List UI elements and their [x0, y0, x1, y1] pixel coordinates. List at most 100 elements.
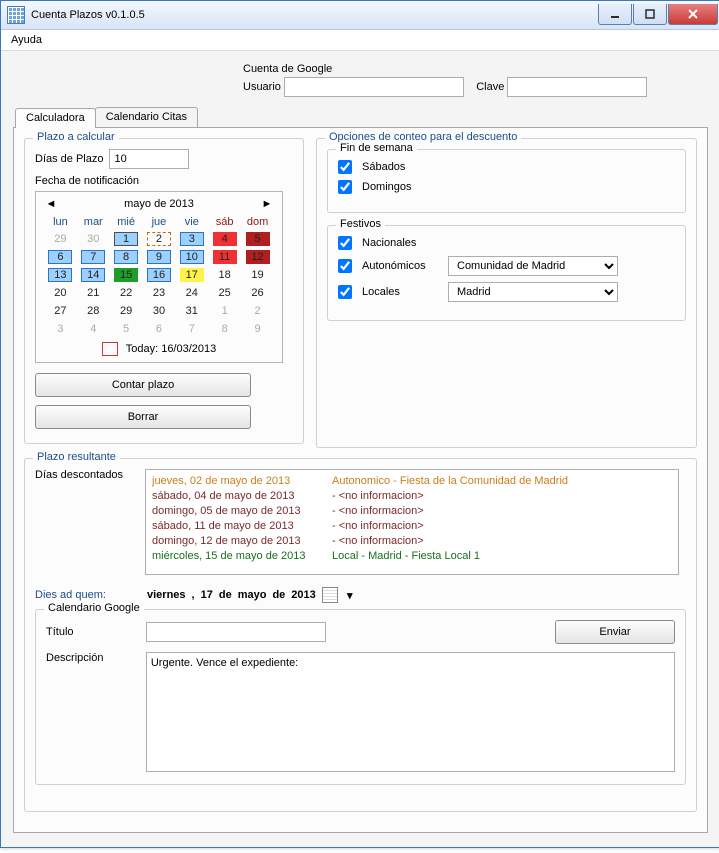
cal-day[interactable]: 25 [213, 286, 237, 300]
discount-line: domingo, 05 de mayo de 2013- <no informa… [152, 504, 672, 519]
cal-day[interactable]: 28 [81, 304, 105, 318]
cal-day[interactable]: 11 [213, 250, 237, 264]
cal-day[interactable]: 27 [48, 304, 72, 318]
cal-day[interactable]: 29 [114, 304, 138, 318]
gcal-title-label: Título [46, 626, 136, 638]
festivos-legend: Festivos [336, 218, 385, 230]
cal-day[interactable]: 8 [114, 250, 138, 264]
fecha-notif-label: Fecha de notificación [35, 175, 293, 187]
cal-day[interactable]: 5 [246, 232, 270, 246]
tab-citas[interactable]: Calendario Citas [95, 107, 198, 127]
cal-day[interactable]: 1 [114, 232, 138, 246]
sel-locales[interactable]: Madrid [448, 282, 618, 302]
cal-dow: jue [143, 214, 176, 230]
maximize-button[interactable] [633, 4, 667, 25]
cal-day[interactable]: 16 [147, 268, 171, 282]
dias-plazo-input[interactable] [109, 149, 189, 169]
cal-dow: vie [175, 214, 208, 230]
cal-day[interactable]: 31 [180, 304, 204, 318]
discount-line: domingo, 12 de mayo de 2013- <no informa… [152, 534, 672, 549]
menu-help[interactable]: Ayuda [11, 34, 42, 46]
cal-day[interactable]: 23 [147, 286, 171, 300]
cal-dow: sáb [208, 214, 241, 230]
sel-autonomicos[interactable]: Comunidad de Madrid [448, 256, 618, 276]
tab-calculadora[interactable]: Calculadora [15, 108, 96, 128]
cal-day[interactable]: 13 [48, 268, 72, 282]
cal-day[interactable]: 3 [180, 232, 204, 246]
cal-day[interactable]: 3 [48, 322, 72, 336]
today-marker-icon [102, 342, 118, 356]
cal-month-label[interactable]: mayo de 2013 [124, 198, 194, 210]
cal-day[interactable]: 30 [147, 304, 171, 318]
app-icon [7, 6, 25, 24]
user-label: Usuario [243, 81, 281, 93]
gcal-title-input[interactable] [146, 622, 326, 642]
lbl-sabados: Sábados [362, 161, 405, 173]
cal-day[interactable]: 30 [81, 232, 105, 246]
cal-day[interactable]: 2 [246, 304, 270, 318]
cal-day[interactable]: 21 [81, 286, 105, 300]
discount-line: miércoles, 15 de mayo de 2013Local - Mad… [152, 549, 672, 564]
weekend-legend: Fin de semana [336, 142, 417, 154]
pass-input[interactable] [507, 77, 647, 97]
dias-descontados-list[interactable]: jueves, 02 de mayo de 2013Autonomico - F… [145, 469, 679, 575]
chk-locales[interactable] [338, 285, 352, 299]
cal-day[interactable]: 29 [48, 232, 72, 246]
cal-day[interactable]: 4 [81, 322, 105, 336]
cal-day[interactable]: 4 [213, 232, 237, 246]
dies-ad-quem-label: Dies ad quem: [35, 589, 135, 601]
discount-line: sábado, 11 de mayo de 2013- <no informac… [152, 519, 672, 534]
calendar-icon[interactable] [322, 587, 338, 603]
gcal-legend: Calendario Google [44, 602, 144, 614]
chk-domingos[interactable] [338, 180, 352, 194]
lbl-domingos: Domingos [362, 181, 412, 193]
cal-day[interactable]: 20 [48, 286, 72, 300]
lbl-locales: Locales [362, 286, 442, 298]
cal-day[interactable]: 9 [147, 250, 171, 264]
cal-day[interactable]: 1 [213, 304, 237, 318]
chevron-down-icon[interactable]: ▾ [344, 589, 356, 602]
cal-day[interactable]: 7 [81, 250, 105, 264]
calendar[interactable]: ◄ mayo de 2013 ► lunmarmiéjueviesábdom 2… [35, 191, 283, 363]
cal-day[interactable]: 7 [180, 322, 204, 336]
cal-day[interactable]: 15 [114, 268, 138, 282]
cal-day[interactable]: 19 [246, 268, 270, 282]
cal-dow: dom [241, 214, 274, 230]
cal-prev-icon[interactable]: ◄ [44, 198, 58, 210]
cal-day[interactable]: 18 [213, 268, 237, 282]
chk-autonomicos[interactable] [338, 259, 352, 273]
contar-plazo-button[interactable]: Contar plazo [35, 373, 251, 397]
cal-day[interactable]: 9 [246, 322, 270, 336]
cal-next-icon[interactable]: ► [260, 198, 274, 210]
cal-day[interactable]: 26 [246, 286, 270, 300]
cal-day[interactable]: 22 [114, 286, 138, 300]
minimize-button[interactable] [598, 4, 632, 25]
cal-day[interactable]: 10 [180, 250, 204, 264]
cal-day[interactable]: 24 [180, 286, 204, 300]
cal-day[interactable]: 14 [81, 268, 105, 282]
dies-ad-quem-value[interactable]: viernes , 17 de mayo de 2013 ▾ [147, 587, 356, 603]
cal-dow: mar [77, 214, 110, 230]
gcal-desc-input[interactable] [146, 652, 675, 772]
resultado-legend: Plazo resultante [33, 451, 120, 463]
cal-day[interactable]: 2 [147, 232, 171, 246]
user-input[interactable] [284, 77, 464, 97]
cal-day[interactable]: 8 [213, 322, 237, 336]
cal-day[interactable]: 6 [147, 322, 171, 336]
titlebar: Cuenta Plazos v0.1.0.5 [1, 1, 719, 30]
chk-sabados[interactable] [338, 160, 352, 174]
cal-day[interactable]: 12 [246, 250, 270, 264]
window-title: Cuenta Plazos v0.1.0.5 [31, 9, 597, 21]
cal-day[interactable]: 17 [180, 268, 204, 282]
enviar-button[interactable]: Enviar [555, 620, 675, 644]
group-plazo: Plazo a calcular Días de Plazo Fecha de … [24, 138, 304, 444]
cal-day[interactable]: 6 [48, 250, 72, 264]
pass-label: Clave [476, 81, 504, 93]
today-label[interactable]: Today: 16/03/2013 [126, 343, 217, 355]
borrar-button[interactable]: Borrar [35, 405, 251, 429]
chk-nacionales[interactable] [338, 236, 352, 250]
dias-descontados-label: Días descontados [35, 469, 135, 481]
cal-day[interactable]: 5 [114, 322, 138, 336]
close-button[interactable] [668, 4, 718, 25]
cal-dow: lun [44, 214, 77, 230]
